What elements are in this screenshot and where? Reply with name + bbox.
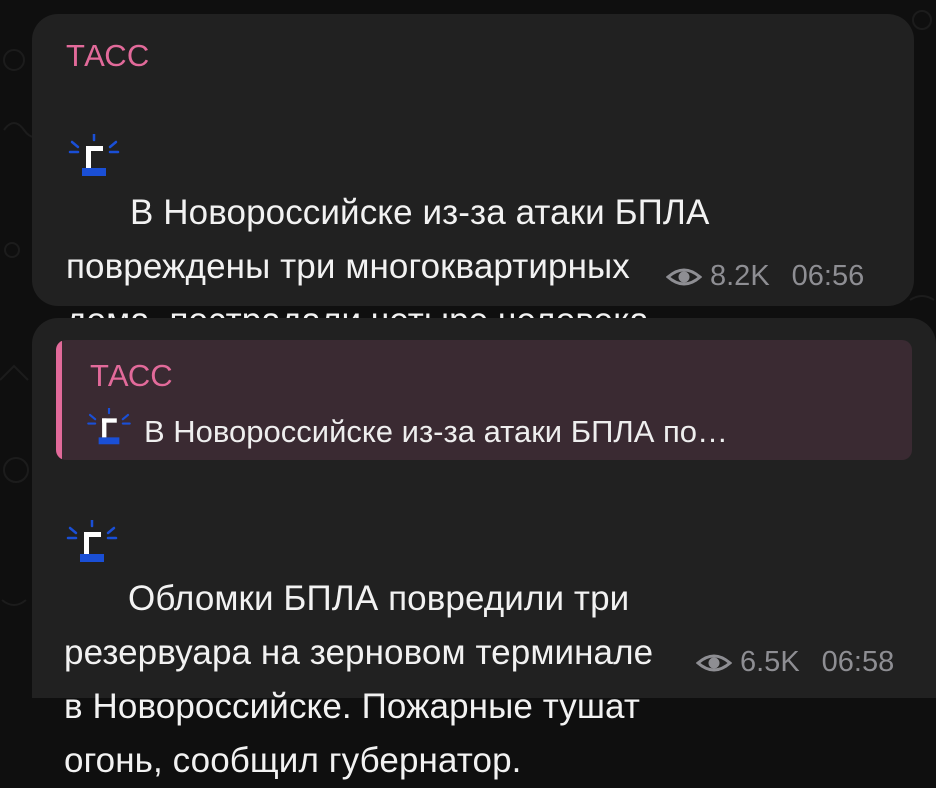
siren-g-emoji-icon: [66, 134, 122, 176]
siren-g-emoji-icon: [84, 408, 134, 445]
message-bubble-2[interactable]: ТАСС В Новороссийске из-за атаки БПЛА по…: [32, 318, 936, 780]
message-meta: 8.2K 06:56: [666, 260, 864, 293]
reply-accent-bar: [56, 340, 62, 460]
message-text: Обломки БПЛА повредили три резервуара на…: [64, 468, 653, 788]
reply-preview[interactable]: ТАСС В Новороссийске из-за атаки БПЛА по…: [56, 340, 912, 460]
message-body: Обломки БПЛА повредили три резервуара на…: [64, 579, 654, 780]
sender-name[interactable]: ТАСС: [66, 38, 149, 74]
message-time: 06:56: [791, 260, 865, 292]
views-eye-icon: [696, 654, 732, 671]
message-time: 06:58: [821, 646, 895, 678]
message-meta: 6.5K 06:58: [696, 646, 894, 679]
reply-body: В Новороссийске из-за атаки БПЛА по…: [144, 414, 729, 449]
reply-sender-name: ТАСС: [90, 358, 173, 393]
views-eye-icon: [666, 268, 702, 285]
views-count: 8.2K: [710, 260, 770, 292]
views-count: 6.5K: [740, 646, 800, 678]
siren-g-emoji-icon: [64, 520, 120, 562]
message-bubble-1[interactable]: ТАСС В Новороссийске из-за атаки БПЛА по…: [32, 14, 914, 394]
reply-text: В Новороссийске из-за атаки БПЛА по…: [84, 408, 729, 450]
